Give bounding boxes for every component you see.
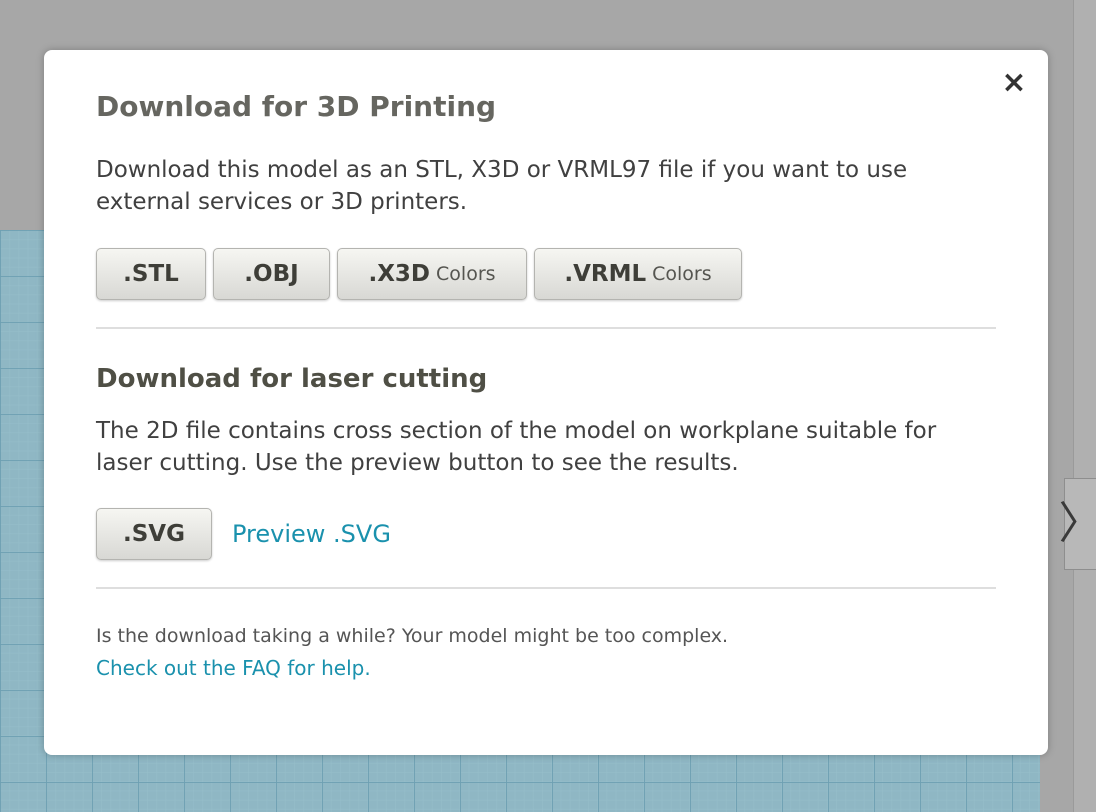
download-2d-buttons: .SVG Preview .SVG bbox=[96, 508, 391, 560]
button-label: .SVG bbox=[123, 521, 185, 547]
panel-toggle-chevron-icon[interactable]: 〉 bbox=[1059, 478, 1096, 570]
faq-link[interactable]: Check out the FAQ for help. bbox=[96, 656, 371, 680]
download-modal: × Download for 3D Printing Download this… bbox=[44, 50, 1048, 755]
button-label: .OBJ bbox=[244, 261, 299, 287]
section-title-laser-cutting: Download for laser cutting bbox=[96, 364, 488, 394]
button-label: .VRML bbox=[564, 261, 647, 287]
download-help-note: Is the download taking a while? Your mod… bbox=[96, 625, 729, 647]
download-3d-buttons: .STL .OBJ .X3D Colors .VRML Colors bbox=[96, 248, 749, 300]
download-vrml-colors-button[interactable]: .VRML Colors bbox=[534, 248, 742, 300]
button-sublabel: Colors bbox=[436, 263, 496, 285]
preview-svg-link[interactable]: Preview .SVG bbox=[232, 520, 391, 548]
button-sublabel: Colors bbox=[652, 263, 712, 285]
download-x3d-colors-button[interactable]: .X3D Colors bbox=[337, 248, 527, 300]
section-divider bbox=[96, 327, 996, 329]
section-description-3d-printing: Download this model as an STL, X3D or VR… bbox=[96, 157, 908, 215]
section-title-3d-printing: Download for 3D Printing bbox=[96, 90, 497, 123]
section-divider bbox=[96, 587, 996, 589]
right-side-panel bbox=[1073, 0, 1096, 812]
section-description-laser-cutting: The 2D file contains cross section of th… bbox=[96, 418, 937, 476]
download-stl-button[interactable]: .STL bbox=[96, 248, 206, 300]
button-label: .X3D bbox=[368, 261, 431, 287]
download-svg-button[interactable]: .SVG bbox=[96, 508, 212, 560]
button-label: .STL bbox=[123, 261, 179, 287]
close-icon[interactable]: × bbox=[999, 68, 1029, 98]
download-obj-button[interactable]: .OBJ bbox=[213, 248, 330, 300]
